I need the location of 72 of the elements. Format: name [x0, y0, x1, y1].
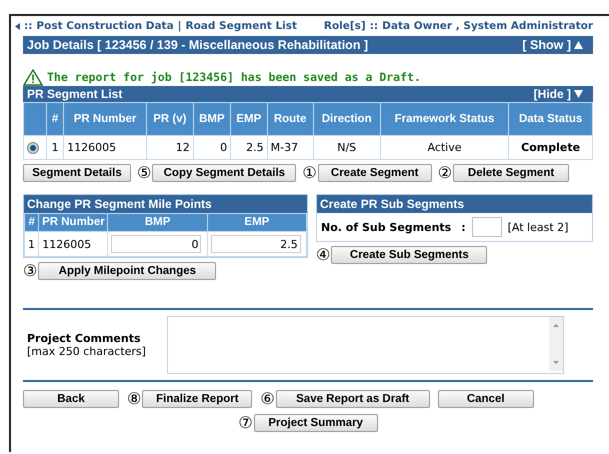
roles-separator: :: — [370, 20, 378, 32]
callout-number: ⑤ — [137, 165, 152, 181]
field-label: No. of Sub Segments — [321, 220, 452, 234]
table-cell: M-37 — [268, 136, 313, 159]
table-cell: 1 — [47, 136, 64, 159]
table-cell: Complete — [509, 136, 592, 159]
emp-field[interactable]: 2.5 — [210, 235, 301, 253]
expand-icon[interactable] — [574, 41, 583, 49]
status-message: The report for job [123456] has been saved as a Draft. — [47, 70, 421, 84]
back-arrow-icon[interactable] — [15, 22, 20, 30]
panel-title: Create PR Sub Segments — [320, 197, 464, 211]
toggle-link[interactable]: [Hide ] — [534, 87, 571, 101]
table-cell: 12 — [146, 136, 193, 159]
column-header: PR (v) — [146, 103, 193, 135]
callout-number: ② — [438, 165, 452, 181]
action-button[interactable]: Save Report as Draft — [276, 390, 430, 408]
action-button[interactable]: Delete Segment — [453, 164, 570, 182]
breadcrumb-link[interactable]: Post Construction Data — [36, 20, 174, 32]
table-cell: 1126005 — [39, 232, 108, 256]
action-button[interactable]: Segment Details — [23, 164, 131, 182]
callout-number: ⑦ — [238, 415, 253, 431]
column-header: # — [25, 214, 38, 231]
field-hint: [At least 2] — [508, 220, 568, 234]
panel-title: Change PR Segment Mile Points — [27, 197, 212, 211]
column-header: Route — [268, 103, 313, 135]
comments-label: Project Comments — [27, 332, 142, 345]
roles-label: Role[s] — [324, 20, 366, 32]
action-button[interactable]: Finalize Report — [142, 390, 252, 408]
table-cell: 1126005 — [64, 136, 146, 159]
table-cell: Active — [380, 136, 508, 159]
action-button[interactable]: Project Summary — [254, 414, 378, 432]
action-button[interactable]: Apply Milepoint Changes — [38, 262, 216, 280]
table-cell: 0 — [194, 136, 230, 159]
column-header: Direction — [314, 103, 380, 135]
collapse-icon[interactable] — [574, 90, 583, 98]
section-title: Job Details [ 123456 / 139 - Miscellaneous Rehabilitation ] — [27, 38, 368, 52]
callout-number: ⑧ — [127, 391, 142, 407]
callout-number: ⑥ — [260, 391, 275, 407]
breadcrumb-separator: | — [178, 20, 182, 32]
comments-field[interactable] — [167, 316, 564, 374]
action-button[interactable]: Copy Segment Details — [152, 164, 296, 182]
action-button[interactable]: Cancel — [438, 390, 534, 408]
sub-segments-field[interactable] — [472, 217, 502, 237]
column-header: EMP — [208, 214, 306, 231]
column-header: BMP — [194, 103, 230, 135]
bmp-field[interactable]: 0 — [111, 235, 202, 253]
field-colon: : — [461, 220, 466, 234]
column-header: Framework Status — [380, 103, 508, 135]
action-button[interactable]: Back — [23, 390, 119, 408]
section-title: PR Segment List — [27, 87, 122, 101]
column-header: Data Status — [509, 103, 592, 135]
callout-number: ① — [302, 165, 317, 181]
breadcrumb-link[interactable]: Road Segment List — [186, 20, 298, 32]
table-cell: N/S — [314, 136, 380, 159]
scrollbar[interactable] — [549, 317, 563, 371]
column-header: EMP — [231, 103, 267, 135]
callout-number: ④ — [316, 247, 330, 263]
table-cell: 2.5 — [231, 136, 267, 159]
toggle-link[interactable]: [ Show ] — [522, 38, 571, 52]
column-header: PR Number — [39, 214, 108, 231]
column-header: # — [47, 103, 64, 135]
column-header: PR Number — [64, 103, 146, 135]
column-header: BMP — [108, 214, 207, 231]
row-radio[interactable] — [27, 142, 39, 154]
breadcrumb-separator: :: — [24, 20, 32, 32]
warning-icon — [23, 68, 43, 86]
table-cell: 1 — [25, 232, 38, 256]
callout-number: ③ — [23, 263, 38, 279]
action-button[interactable]: Create Segment — [318, 164, 432, 182]
comments-hint: [max 250 characters] — [27, 345, 147, 358]
roles-text: Data Owner , System Administrator — [382, 20, 593, 32]
action-button[interactable]: Create Sub Segments — [331, 246, 488, 264]
